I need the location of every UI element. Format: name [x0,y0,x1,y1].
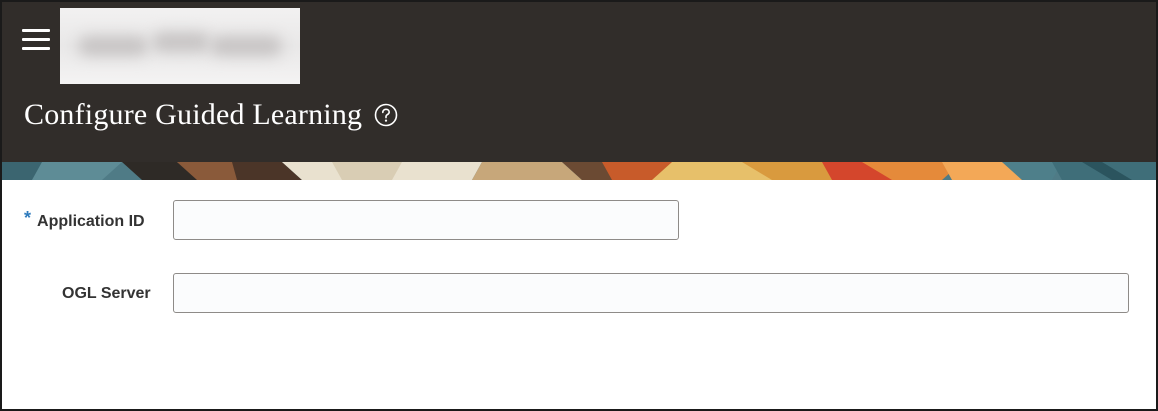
application-id-label-text: Application ID [37,213,145,230]
blurred-logo [60,8,300,84]
menu-bar [22,47,50,50]
application-id-label: * Application ID [24,208,145,231]
help-circle-icon[interactable] [374,103,398,127]
ogl-server-input[interactable] [173,273,1129,313]
required-indicator: * [24,208,32,228]
app-window: Configure Guided Learning * Application … [0,0,1158,411]
menu-bar [22,38,50,41]
page-header: Configure Guided Learning [2,2,1156,162]
page-title: Configure Guided Learning [24,98,363,131]
hamburger-menu-icon[interactable] [22,29,50,51]
ogl-server-label: OGL Server [62,285,151,302]
page-title-row: Configure Guided Learning [24,98,398,132]
ogl-server-row: OGL Server [2,273,1156,313]
application-id-row: * Application ID [2,200,1156,240]
menu-bar [22,29,50,32]
application-id-input[interactable] [173,200,679,240]
decorative-banner [2,162,1156,180]
